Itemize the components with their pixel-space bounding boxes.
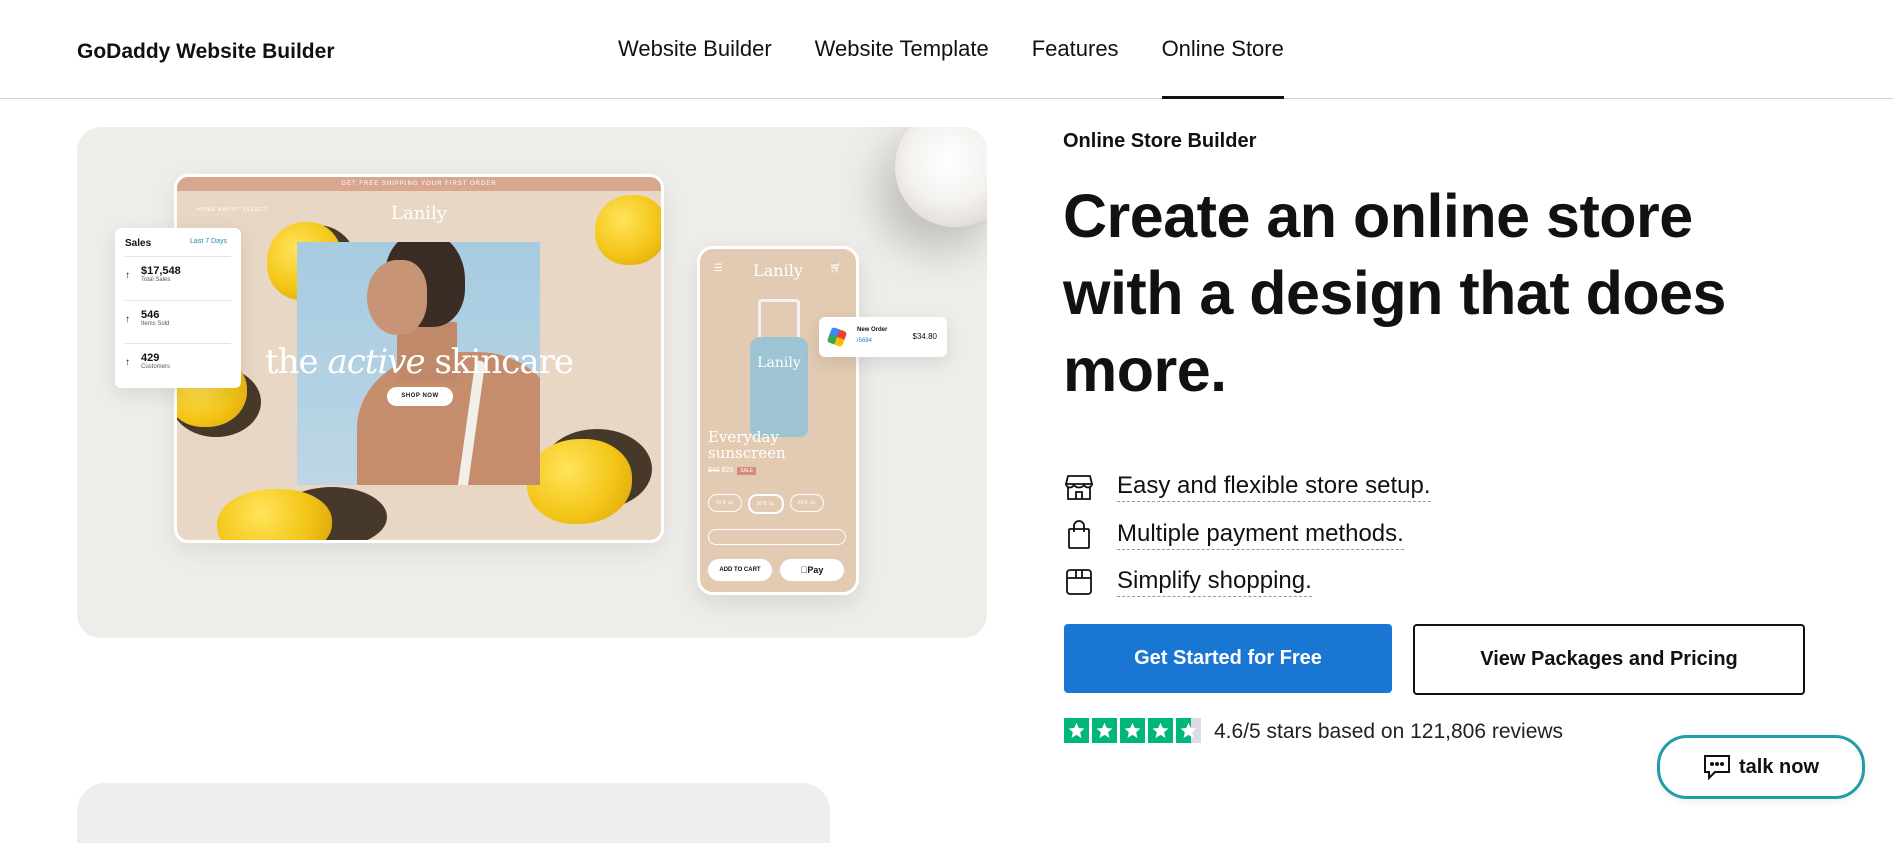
store-icon [1063,471,1095,503]
sales-stat: ↑ $17,548 Total Sales [125,256,231,283]
feature-text[interactable]: Simplify shopping. [1117,567,1312,597]
mobile-store-mockup: ☰ Lanily 🛒︎ Lanily Everyday sunscreen $4… [697,246,859,595]
mockup-logo: Lanily [391,203,447,224]
package-box-icon [1063,566,1095,598]
desktop-store-mockup: GET FREE SHIPPING YOUR FIRST ORDER HOME … [174,174,664,543]
feature-text[interactable]: Multiple payment methods. [1117,520,1404,550]
star-icon [1148,718,1173,743]
chat-bubble-icon [1703,755,1730,780]
sunscreen-bottle-image: Lanily [750,337,808,437]
sales-stat: ↑ 429 Customers [125,343,231,370]
lemon-image [595,195,661,265]
mockup-headline: the active skincare [264,342,574,382]
phone-size-options: 16 fl. oz. 20 fl. oz. 24 fl. oz. [708,494,824,514]
feature-item: Multiple payment methods. [1063,519,1404,551]
brand-logo[interactable]: GoDaddy Website Builder [77,40,335,64]
feature-item: Simplify shopping. [1063,566,1312,598]
view-pricing-button[interactable]: View Packages and Pricing [1413,624,1805,695]
arrow-up-icon: ↑ [125,270,130,281]
sales-stat: ↑ 546 Items Sold [125,300,231,327]
lemon-image [527,439,632,524]
get-started-button[interactable]: Get Started for Free [1064,624,1392,693]
feature-text[interactable]: Easy and flexible store setup. [1117,472,1431,502]
shopping-bag-icon [1063,519,1095,551]
nav-website-template[interactable]: Website Template [815,0,989,98]
order-tag-icon [826,326,848,348]
phone-apple-pay: Pay [780,559,844,581]
rating-text: 4.6/5 stars based on 121,806 reviews [1214,720,1564,743]
phone-product-title: Everyday sunscreen [708,428,786,462]
hero-eyebrow: Online Store Builder [1063,130,1257,152]
hero-title: Create an online store with a design tha… [1063,182,1726,404]
feature-item: Easy and flexible store setup. [1063,471,1431,503]
nav-website-builder[interactable]: Website Builder [618,0,772,98]
phone-add-to-cart: ADD TO CART [708,559,772,581]
half-star-icon [1176,718,1201,743]
bottle-pump [758,299,800,342]
main-nav: Website Builder Website Template Feature… [618,0,1327,99]
new-order-notification: New Order I5684 $34.80 [819,317,947,357]
talk-now-label: talk now [1738,755,1819,778]
site-header: GoDaddy Website Builder Website Builder … [0,0,1893,99]
sales-title: Sales [125,238,152,249]
mockup-shop-now-button: SHOP NOW [387,387,453,406]
mockup-banner: GET FREE SHIPPING YOUR FIRST ORDER [177,177,661,191]
hero-illustration: GET FREE SHIPPING YOUR FIRST ORDER HOME … [77,127,987,638]
cart-icon: 🛒︎ [829,263,842,274]
nav-online-store[interactable]: Online Store [1161,0,1285,99]
arrow-up-icon: ↑ [125,314,130,325]
phone-price: $40 $25 SALE [708,467,757,475]
talk-now-chat-button[interactable]: talk now [1657,735,1865,799]
phone-quantity-field [708,529,846,545]
sales-widget: Sales Last 7 Days ↑ $17,548 Total Sales … [115,228,241,388]
nav-features[interactable]: Features [1032,0,1119,98]
sales-period: Last 7 Days [190,238,227,245]
star-icon [1064,718,1089,743]
star-icon [1092,718,1117,743]
next-section-card [77,783,830,843]
arrow-up-icon: ↑ [125,357,130,368]
cream-jar-image [895,127,987,227]
trustpilot-stars [1064,718,1201,743]
star-icon [1120,718,1145,743]
lemon-image [217,489,332,540]
